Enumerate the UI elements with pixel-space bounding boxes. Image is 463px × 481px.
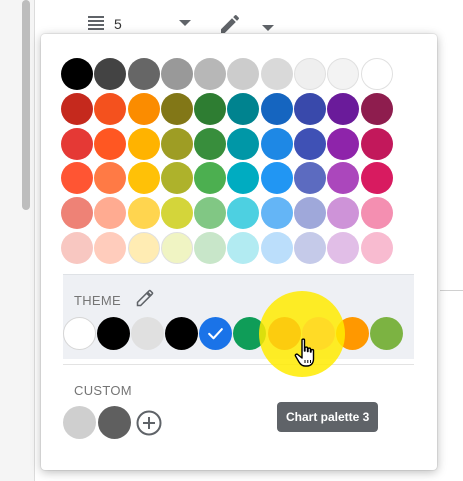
color-swatch[interactable]	[127, 92, 160, 125]
theme-swatch-row	[63, 317, 404, 350]
color-swatch[interactable]	[61, 92, 93, 125]
hand-cursor-icon	[294, 338, 318, 368]
color-swatch[interactable]	[360, 127, 393, 160]
section-divider	[63, 364, 414, 365]
color-swatch[interactable]	[327, 127, 360, 160]
color-swatch[interactable]	[61, 127, 93, 160]
theme-swatch[interactable]	[165, 317, 199, 350]
custom-swatch[interactable]	[97, 406, 131, 439]
theme-title: THEME	[74, 293, 121, 308]
color-swatch[interactable]	[160, 127, 193, 160]
color-swatch[interactable]	[360, 162, 393, 195]
color-swatch[interactable]	[94, 127, 127, 160]
divider	[440, 290, 463, 291]
pen-color-dropdown-caret-icon[interactable]	[262, 25, 274, 31]
color-grid-row	[61, 127, 394, 163]
color-swatch[interactable]	[227, 197, 260, 230]
scrollbar[interactable]	[22, 0, 30, 210]
color-swatch[interactable]	[94, 197, 127, 230]
color-swatch[interactable]	[194, 92, 227, 125]
color-swatch[interactable]	[260, 197, 293, 230]
color-swatch[interactable]	[61, 231, 93, 264]
color-swatch[interactable]	[160, 197, 193, 230]
color-swatch[interactable]	[127, 231, 160, 264]
theme-swatch[interactable]	[369, 317, 403, 350]
tooltip: Chart palette 3	[277, 402, 379, 432]
custom-title: CUSTOM	[74, 383, 132, 398]
color-swatch[interactable]	[260, 231, 293, 264]
color-grid-row	[61, 231, 394, 267]
color-swatch[interactable]	[127, 127, 160, 160]
color-swatch[interactable]	[127, 197, 160, 230]
color-picker-popup: THEME CUSTOM Chart palette 3	[41, 34, 437, 470]
color-swatch[interactable]	[327, 231, 360, 264]
theme-swatch[interactable]	[63, 317, 96, 350]
color-swatch[interactable]	[260, 58, 293, 90]
color-swatch[interactable]	[94, 231, 127, 264]
color-swatch[interactable]	[194, 231, 227, 264]
color-swatch[interactable]	[94, 162, 127, 195]
color-swatch[interactable]	[160, 92, 193, 125]
color-swatch[interactable]	[294, 127, 327, 160]
color-swatch[interactable]	[94, 92, 127, 125]
color-swatch[interactable]	[294, 197, 327, 230]
color-swatch[interactable]	[294, 58, 327, 90]
line-count-value: 5	[114, 16, 122, 32]
color-swatch[interactable]	[160, 162, 193, 195]
color-swatch[interactable]	[260, 92, 293, 125]
color-swatch[interactable]	[194, 162, 227, 195]
color-swatch[interactable]	[227, 231, 260, 264]
color-swatch[interactable]	[360, 92, 393, 125]
pencil-icon[interactable]	[218, 12, 242, 36]
color-swatch[interactable]	[327, 197, 360, 230]
color-swatch[interactable]	[94, 58, 127, 90]
color-swatch[interactable]	[127, 162, 160, 195]
color-swatch[interactable]	[160, 58, 193, 90]
color-grid-row	[61, 92, 394, 128]
color-swatch[interactable]	[294, 162, 327, 195]
color-swatch[interactable]	[61, 197, 93, 230]
color-swatch[interactable]	[127, 58, 160, 90]
color-swatch[interactable]	[160, 231, 193, 264]
color-swatch[interactable]	[360, 231, 393, 264]
line-count-dropdown-caret-icon[interactable]	[179, 20, 191, 26]
color-swatch[interactable]	[360, 197, 393, 230]
color-grid-row	[61, 58, 394, 93]
color-swatch[interactable]	[294, 231, 327, 264]
color-swatch[interactable]	[194, 127, 227, 160]
color-swatch[interactable]	[194, 197, 227, 230]
theme-swatch-selected[interactable]	[199, 317, 233, 350]
color-swatch[interactable]	[260, 162, 293, 195]
color-swatch[interactable]	[61, 58, 93, 90]
custom-swatch[interactable]	[63, 406, 96, 439]
theme-section: THEME	[63, 274, 414, 359]
list-lines-icon[interactable]	[88, 16, 106, 30]
edit-theme-pencil-icon[interactable]	[135, 288, 155, 308]
color-swatch[interactable]	[327, 92, 360, 125]
color-swatch[interactable]	[227, 127, 260, 160]
color-swatch[interactable]	[327, 58, 360, 90]
theme-swatch[interactable]	[97, 317, 131, 350]
standard-color-grid	[61, 58, 394, 267]
color-swatch[interactable]	[61, 162, 93, 195]
color-swatch[interactable]	[327, 162, 360, 195]
color-swatch[interactable]	[360, 58, 393, 90]
checkmark-icon	[208, 328, 224, 340]
color-swatch[interactable]	[227, 92, 260, 125]
color-swatch[interactable]	[260, 127, 293, 160]
custom-swatch-row	[63, 406, 162, 439]
add-custom-color-plus-icon[interactable]	[136, 410, 162, 436]
theme-swatch[interactable]	[131, 317, 165, 350]
color-grid-row	[61, 162, 394, 197]
color-grid-row	[61, 197, 394, 232]
color-swatch[interactable]	[194, 58, 227, 90]
color-swatch[interactable]	[227, 58, 260, 90]
color-swatch[interactable]	[294, 92, 327, 125]
color-swatch[interactable]	[227, 162, 260, 195]
